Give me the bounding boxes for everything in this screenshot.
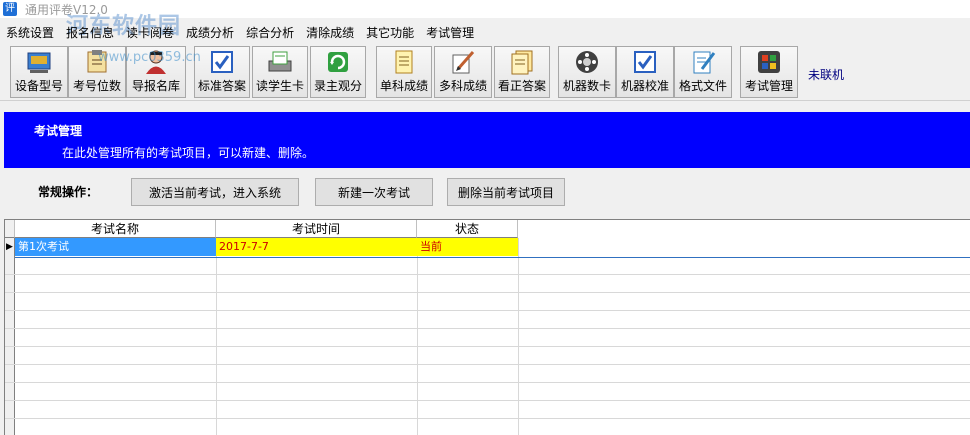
subjective-score-icon <box>325 49 351 75</box>
exam-manage-button[interactable]: 考试管理 <box>740 46 798 98</box>
multi-subject-button[interactable]: 多科成绩 <box>434 46 492 98</box>
device-model-label: 设备型号 <box>14 79 63 93</box>
column-divider <box>417 238 418 435</box>
row-divider <box>5 400 970 401</box>
exam-digits-button[interactable]: 考号位数 <box>68 46 126 98</box>
title-bar: 评 通用评卷V12.0 <box>0 0 970 18</box>
format-file-button[interactable]: 格式文件 <box>674 46 732 98</box>
read-student-card-button[interactable]: 读学生卡 <box>252 46 308 98</box>
single-subject-button[interactable]: 单科成绩 <box>376 46 432 98</box>
row-divider <box>5 310 970 311</box>
column-header-name[interactable]: 考试名称 <box>15 220 216 238</box>
table-header: 考试名称 考试时间 状态 <box>5 220 970 238</box>
menu-system-settings[interactable]: 系统设置 <box>0 24 60 41</box>
cell-exam-time[interactable]: 2017-7-7 <box>216 238 417 256</box>
toolbar: 设备型号 考号位数 导报名库 标准答案 读学生卡 录主观分 单科成绩 多科成绩 … <box>0 44 970 101</box>
row-divider <box>5 346 970 347</box>
menu-bar: 系统设置 报名信息 读卡阅卷 成绩分析 综合分析 清除成绩 其它功能 考试管理 <box>0 22 970 42</box>
row-divider <box>15 257 970 258</box>
standard-answer-button[interactable]: 标准答案 <box>194 46 250 98</box>
menu-read-card[interactable]: 读卡阅卷 <box>120 24 180 41</box>
window-title: 通用评卷V12.0 <box>25 2 108 17</box>
app-logo-icon: 评 <box>3 2 17 16</box>
subjective-score-button[interactable]: 录主观分 <box>310 46 366 98</box>
single-subject-label: 单科成绩 <box>379 79 428 93</box>
menu-exam-management[interactable]: 考试管理 <box>420 24 480 41</box>
cell-exam-status[interactable]: 当前 <box>417 238 518 256</box>
view-answer-icon <box>509 49 535 75</box>
standard-answer-label: 标准答案 <box>197 79 246 93</box>
exam-manage-label: 考试管理 <box>744 79 793 93</box>
menu-clear-scores[interactable]: 清除成绩 <box>300 24 360 41</box>
menu-registration[interactable]: 报名信息 <box>60 24 120 41</box>
header-corner <box>5 220 15 238</box>
machine-calibrate-button[interactable]: 机器校准 <box>616 46 674 98</box>
column-header-time[interactable]: 考试时间 <box>216 220 417 238</box>
machine-count-label: 机器数卡 <box>562 79 611 93</box>
activate-exam-button[interactable]: 激活当前考试，进入系统 <box>131 178 299 206</box>
column-divider <box>216 238 217 435</box>
row-divider <box>5 364 970 365</box>
view-answer-button[interactable]: 看正答案 <box>494 46 550 98</box>
multi-subject-label: 多科成绩 <box>438 79 487 93</box>
subjective-score-label: 录主观分 <box>313 79 362 93</box>
row-divider <box>5 328 970 329</box>
row-divider <box>5 382 970 383</box>
standard-answer-icon <box>209 49 235 75</box>
machine-calibrate-label: 机器校准 <box>620 79 669 93</box>
import-registration-icon <box>143 49 169 75</box>
read-student-card-label: 读学生卡 <box>255 79 304 93</box>
operations-label: 常规操作： <box>38 185 99 199</box>
row-divider <box>5 418 970 419</box>
menu-comprehensive-analysis[interactable]: 综合分析 <box>240 24 300 41</box>
machine-count-button[interactable]: 机器数卡 <box>558 46 616 98</box>
banner-description: 在此处管理所有的考试项目，可以新建、删除。 <box>62 146 315 160</box>
banner-title: 考试管理 <box>34 124 83 138</box>
cell-exam-name[interactable]: 第1次考试 <box>15 238 216 256</box>
exam-manage-icon <box>756 49 782 75</box>
delete-exam-button[interactable]: 删除当前考试项目 <box>447 178 565 206</box>
device-model-icon <box>26 49 52 75</box>
row-divider <box>5 274 970 275</box>
info-banner: 考试管理 在此处管理所有的考试项目，可以新建、删除。 <box>4 112 970 168</box>
column-header-status[interactable]: 状态 <box>417 220 518 238</box>
import-registration-button[interactable]: 导报名库 <box>126 46 186 98</box>
format-file-icon <box>690 49 716 75</box>
exam-table: 考试名称 考试时间 状态 ▶ 第1次考试 2017-7-7 当前 <box>4 219 970 435</box>
current-row-pointer-icon: ▶ <box>6 242 13 252</box>
menu-score-analysis[interactable]: 成绩分析 <box>180 24 240 41</box>
machine-count-icon <box>574 49 600 75</box>
menu-other-functions[interactable]: 其它功能 <box>360 24 420 41</box>
format-file-label: 格式文件 <box>678 79 727 93</box>
machine-calibrate-icon <box>632 49 658 75</box>
read-student-card-icon <box>267 49 293 75</box>
import-registration-label: 导报名库 <box>131 79 180 93</box>
column-divider <box>518 238 519 435</box>
multi-subject-icon <box>450 49 476 75</box>
view-answer-label: 看正答案 <box>497 79 546 93</box>
single-subject-icon <box>391 49 417 75</box>
connection-status: 未联机 <box>808 68 845 82</box>
device-model-button[interactable]: 设备型号 <box>10 46 68 98</box>
exam-digits-label: 考号位数 <box>72 79 121 93</box>
row-divider <box>5 292 970 293</box>
new-exam-button[interactable]: 新建一次考试 <box>315 178 433 206</box>
exam-digits-icon <box>84 49 110 75</box>
